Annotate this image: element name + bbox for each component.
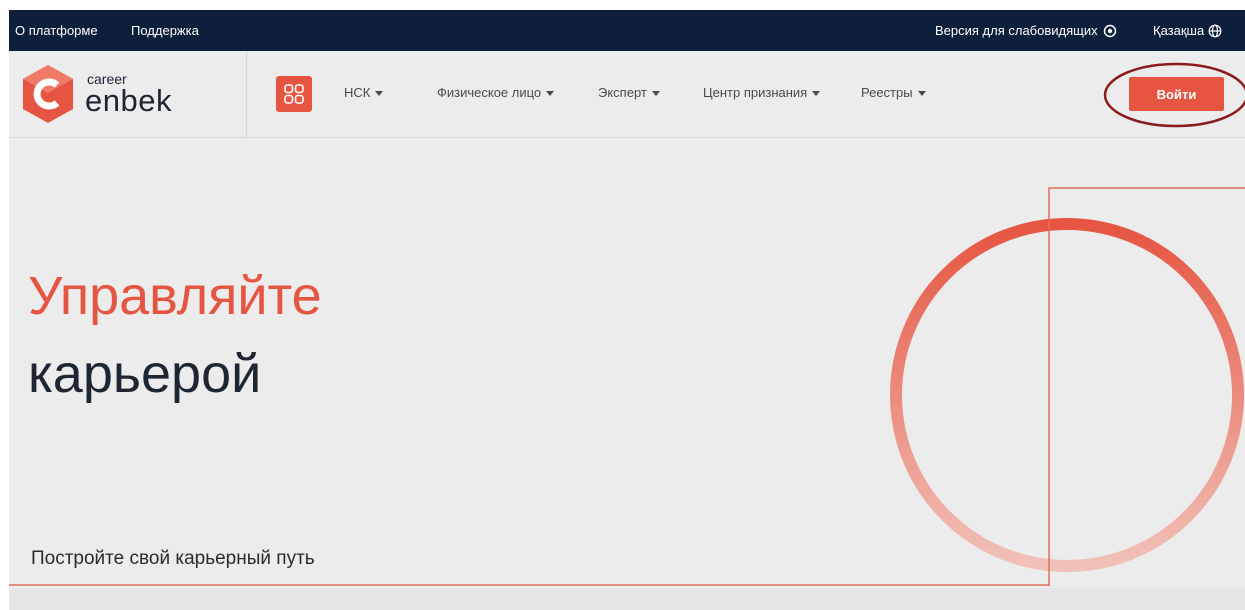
page: О платформе Поддержка Версия для слабови… — [9, 10, 1245, 610]
hero-title: карьерой — [28, 344, 262, 404]
hero-subtitle: Постройте свой карьерный путь — [31, 548, 315, 569]
hero-title-accent: Управляйте — [28, 266, 322, 326]
decorative-ring — [890, 218, 1244, 572]
bottom-band — [9, 588, 1245, 610]
